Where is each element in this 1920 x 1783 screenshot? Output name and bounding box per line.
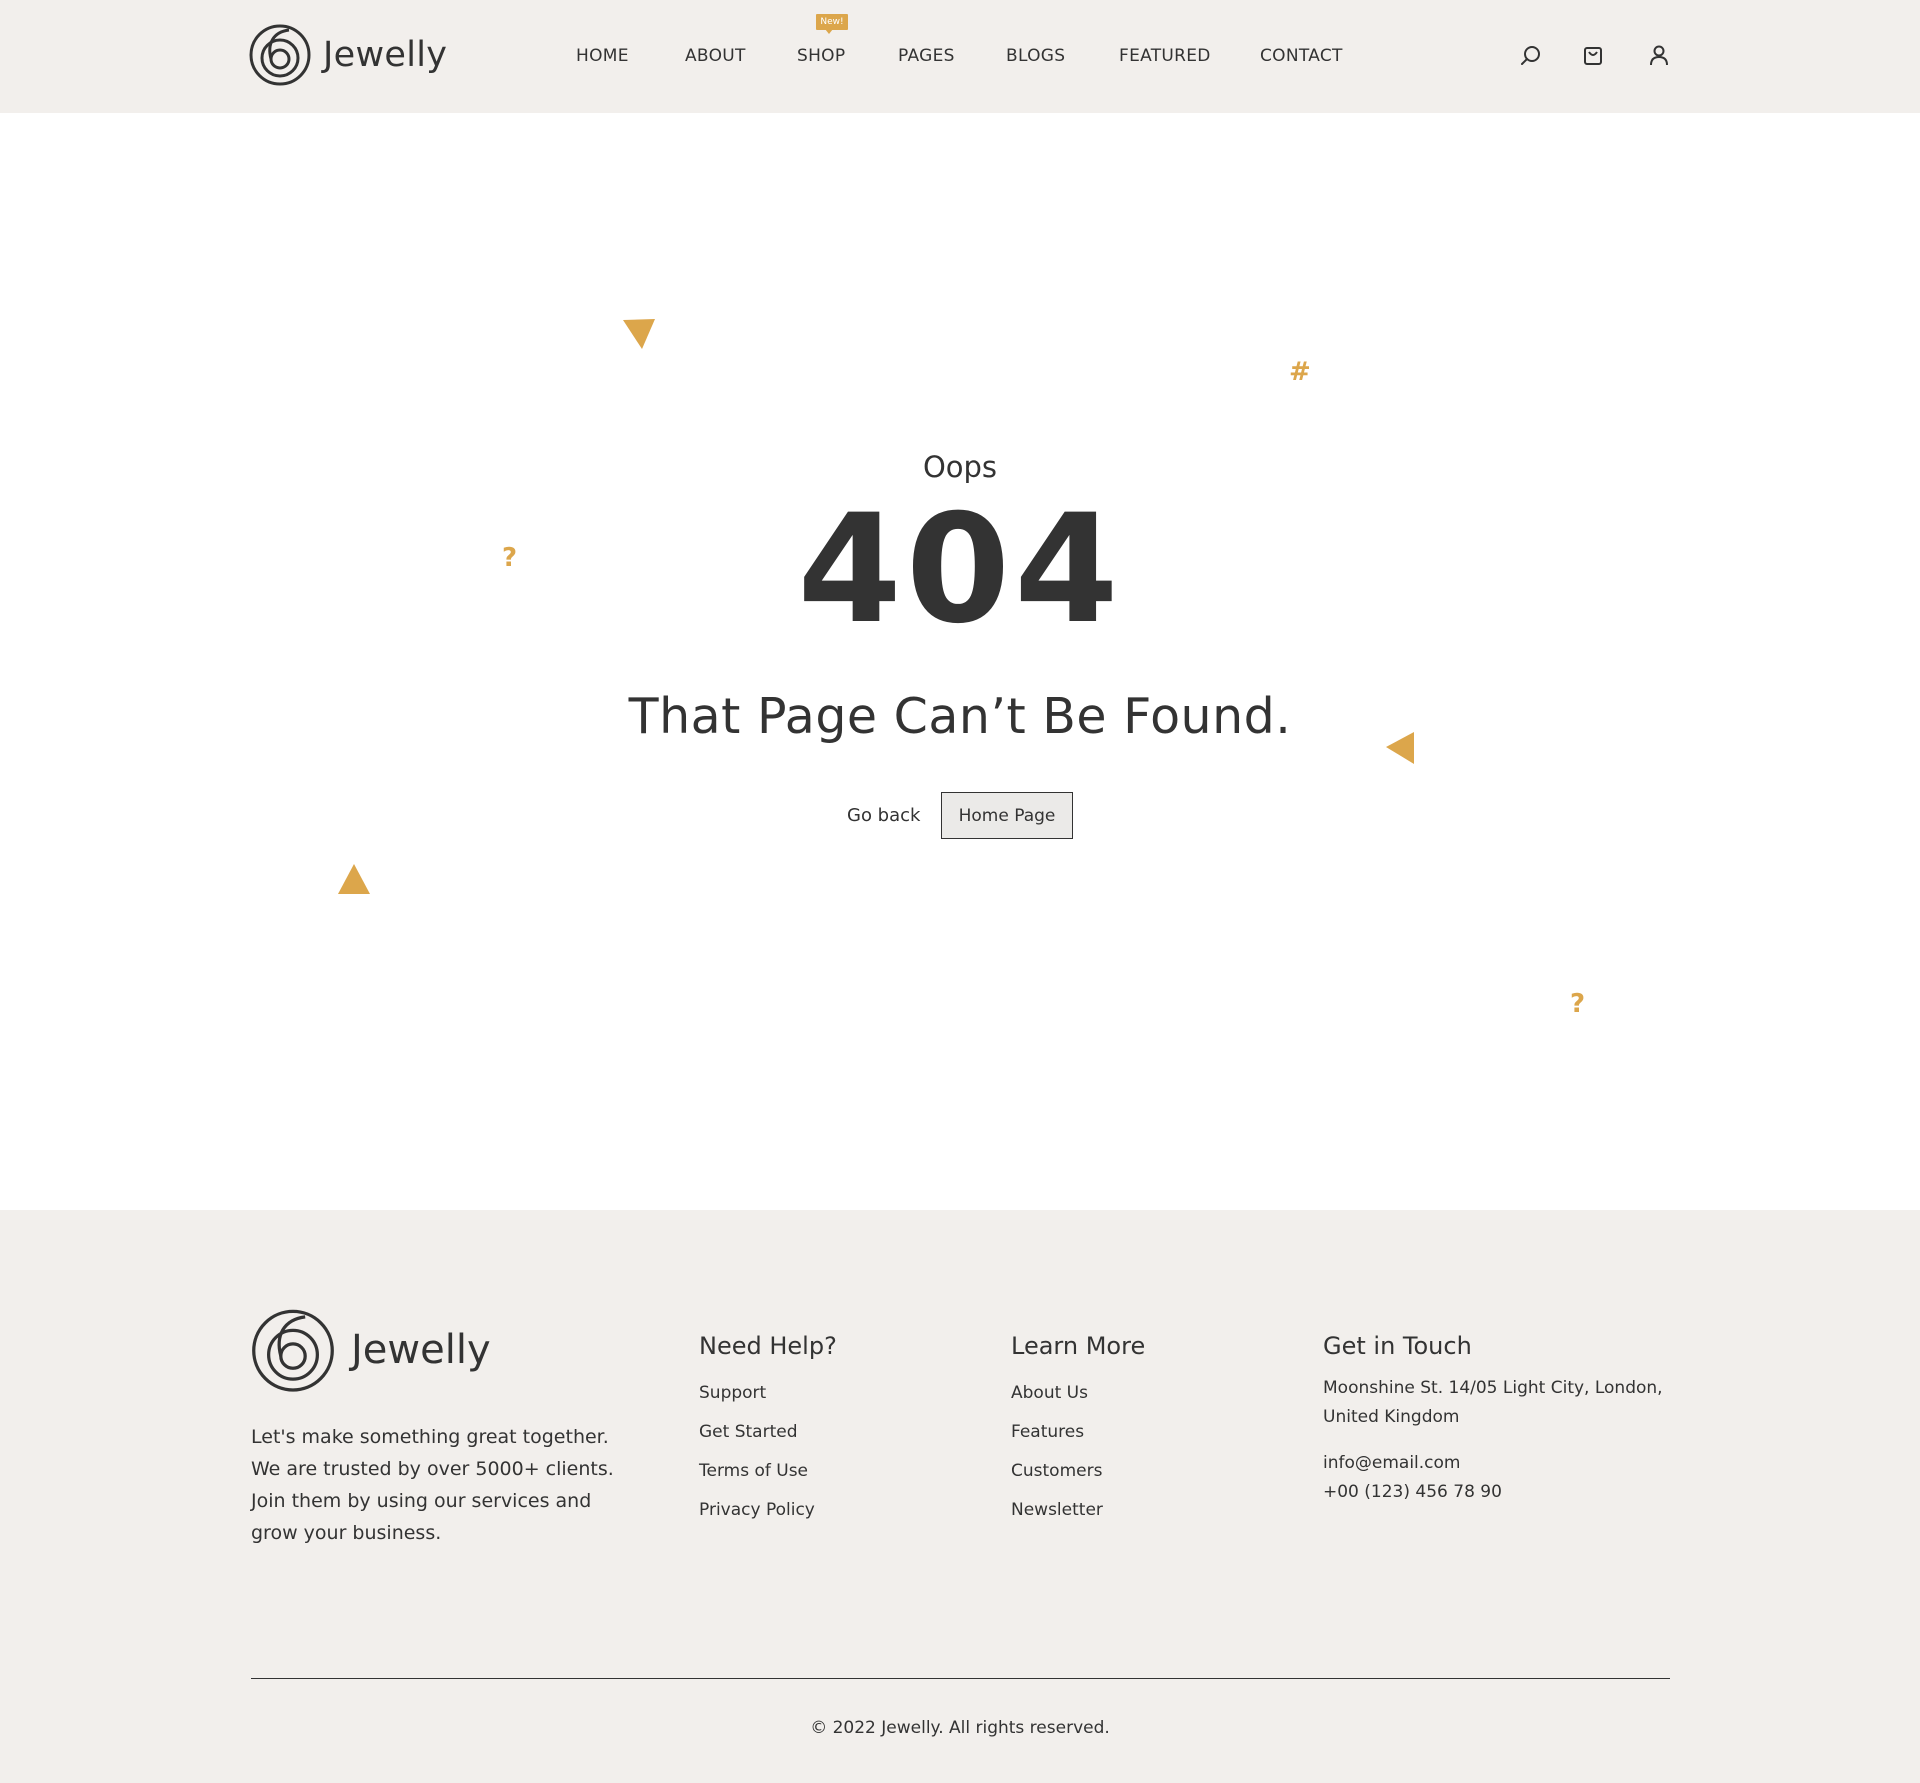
footer-link-get-started[interactable]: Get Started xyxy=(699,1413,837,1452)
footer-phone[interactable]: +00 (123) 456 78 90 xyxy=(1323,1478,1683,1507)
nav-pages[interactable]: PAGES xyxy=(898,46,955,66)
footer-help-title: Need Help? xyxy=(699,1332,837,1360)
header-logo[interactable]: Jewelly xyxy=(249,24,447,86)
footer-learn-title: Learn More xyxy=(1011,1332,1146,1360)
footer-divider xyxy=(251,1678,1670,1679)
brand-name: Jewelly xyxy=(323,35,448,75)
nav-contact[interactable]: CONTACT xyxy=(1260,46,1343,66)
home-page-button[interactable]: Home Page xyxy=(941,792,1073,839)
footer-contact-column: Get in Touch Moonshine St. 14/05 Light C… xyxy=(1323,1332,1683,1507)
search-icon[interactable] xyxy=(1520,44,1542,66)
shop-new-badge: New! xyxy=(816,14,848,34)
footer-link-features[interactable]: Features xyxy=(1011,1413,1145,1452)
footer-link-terms[interactable]: Terms of Use xyxy=(699,1452,837,1491)
footer-link-privacy[interactable]: Privacy Policy xyxy=(699,1491,837,1530)
nav-featured[interactable]: FEATURED xyxy=(1119,46,1211,66)
brand-name: Jewelly xyxy=(351,1327,491,1373)
nav-about[interactable]: ABOUT xyxy=(685,46,746,66)
footer-learn-column: Learn More About Us Features Customers N… xyxy=(1011,1332,1145,1530)
error-message: That Page Can’t Be Found. xyxy=(628,688,1292,745)
footer-link-about-us[interactable]: About Us xyxy=(1011,1374,1145,1413)
nav-blogs[interactable]: BLOGS xyxy=(1006,46,1065,66)
hash-decoration: # xyxy=(1289,357,1311,387)
footer-link-support[interactable]: Support xyxy=(699,1374,837,1413)
footer-email[interactable]: info@email.com xyxy=(1323,1449,1683,1478)
footer-about-text: Let's make something great together. We … xyxy=(251,1426,614,1544)
site-footer: Jewelly Let's make something great toget… xyxy=(0,1210,1920,1783)
triangle-decoration xyxy=(338,864,370,894)
error-code: 404 xyxy=(797,483,1123,657)
nav-home[interactable]: HOME xyxy=(576,46,629,66)
brand-logo-icon xyxy=(249,24,311,86)
site-header: Jewelly HOME ABOUT SHOP PAGES BLOGS FEAT… xyxy=(0,0,1920,113)
error-eyebrow: Oops xyxy=(922,450,998,484)
footer-link-newsletter[interactable]: Newsletter xyxy=(1011,1491,1145,1530)
nav-shop[interactable]: SHOP xyxy=(797,46,845,66)
footer-contact-title: Get in Touch xyxy=(1323,1332,1472,1360)
copyright-text: © 2022 Jewelly. All rights reserved. xyxy=(810,1718,1110,1738)
brand-logo-icon xyxy=(252,1309,334,1392)
error-section: # ? ? Oops 404 That Page Can’t Be Found.… xyxy=(0,113,1920,1210)
footer-address: Moonshine St. 14/05 Light City, London, … xyxy=(1323,1378,1663,1427)
user-icon[interactable] xyxy=(1648,44,1670,66)
footer-help-column: Need Help? Support Get Started Terms of … xyxy=(699,1332,837,1530)
go-back-link[interactable]: Go back xyxy=(847,805,920,826)
question-decoration: ? xyxy=(1570,989,1586,1019)
footer-logo[interactable]: Jewelly xyxy=(251,1306,491,1394)
cart-icon[interactable] xyxy=(1582,44,1604,66)
triangle-decoration xyxy=(623,319,655,349)
footer-link-customers[interactable]: Customers xyxy=(1011,1452,1145,1491)
